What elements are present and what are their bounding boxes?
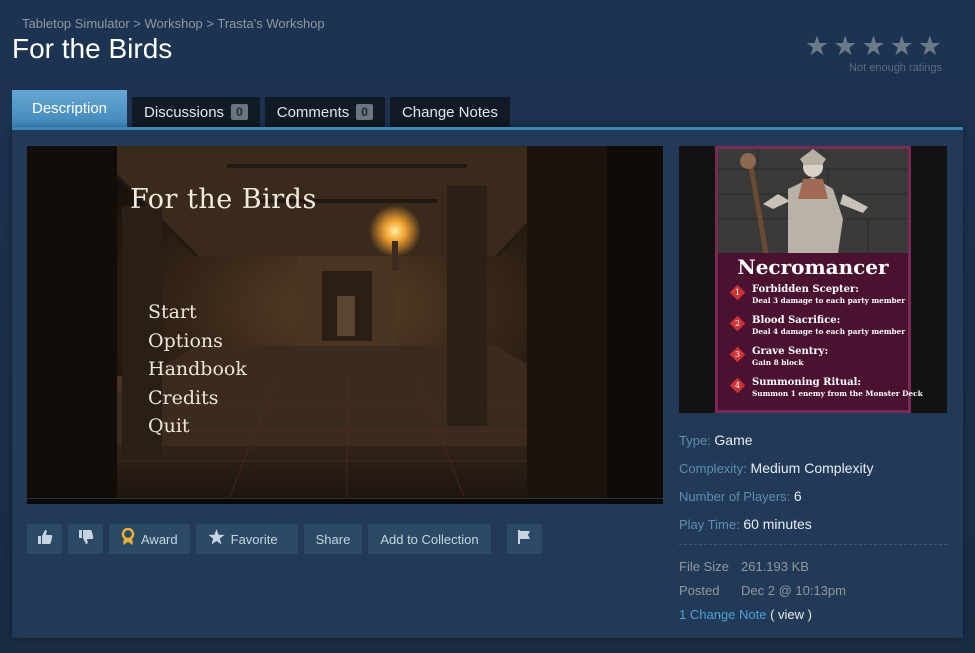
tab-label: Discussions [144, 103, 225, 121]
star-icon: ★ [833, 31, 858, 61]
detail-players: Number of Players: 6 [679, 486, 947, 514]
dungeon-scene-image [27, 146, 663, 504]
game-menu: Start Options Handbook Credits Quit [148, 298, 247, 441]
tab-label: Change Notes [401, 103, 498, 121]
ability-number-badge: 3 [729, 346, 746, 363]
stat-value: 261.193 KB [741, 559, 809, 574]
breadcrumb: Tabletop Simulator > Workshop > Trasta's… [22, 16, 325, 31]
detail-label: Play Time: [679, 517, 740, 532]
stat-label: File Size [679, 559, 729, 574]
star-icon: ★ [917, 31, 942, 61]
stat-value: Dec 2 @ 10:13pm [741, 583, 846, 598]
breadcrumb-tabletop-simulator[interactable]: Tabletop Simulator [22, 16, 130, 31]
favorite-label: Favorite [230, 531, 278, 547]
favorite-button[interactable]: Favorite [195, 524, 298, 554]
stat-posted: Posted Dec 2 @ 10:13pm [679, 583, 947, 607]
preview-card-image[interactable]: Necromancer 1 Forbidden Scepter: Deal 3 … [679, 146, 947, 413]
game-menu-options[interactable]: Options [148, 327, 247, 356]
tab-change-notes[interactable]: Change Notes [389, 97, 510, 127]
detail-label: Complexity: [679, 461, 747, 476]
ability-name: Blood Sacrifice: [752, 315, 841, 326]
star-icon: ★ [804, 31, 830, 61]
playtime-value-link[interactable]: 60 minutes [743, 516, 811, 532]
game-title-text: For the Birds [130, 184, 317, 215]
breadcrumb-workshop[interactable]: Workshop [145, 16, 203, 31]
tab-label: Description [32, 100, 108, 117]
change-note-link[interactable]: 1 Change Note [679, 607, 766, 631]
ability-desc: Summon 1 enemy from the Monster Deck [752, 389, 923, 398]
tab-description[interactable]: Description [12, 90, 128, 127]
description-panel: For the Birds Start Options Handbook Cre… [12, 127, 963, 638]
tab-discussions[interactable]: Discussions 0 [132, 97, 260, 127]
game-menu-start[interactable]: Start [148, 298, 247, 327]
breadcrumb-author-workshop[interactable]: Trasta's Workshop [217, 16, 324, 31]
card-ability: 3 Grave Sentry: Gain 8 block [729, 346, 907, 367]
ability-name: Forbidden Scepter: [752, 284, 859, 295]
report-flag-button[interactable] [506, 524, 542, 554]
view-change-notes-link[interactable]: ( view ) [770, 607, 812, 631]
ability-number-badge: 2 [729, 315, 746, 332]
share-button[interactable]: Share [303, 524, 363, 554]
ability-number-badge: 1 [729, 284, 746, 301]
card-ability: 4 Summoning Ritual: Summon 1 enemy from … [729, 377, 923, 398]
award-ribbon-icon [121, 527, 135, 550]
game-menu-credits[interactable]: Credits [148, 384, 247, 413]
thumbs-up-icon [37, 529, 53, 549]
star-rating: ★ ★ ★ ★ ★ [805, 32, 942, 60]
discussions-count-badge: 0 [231, 104, 248, 120]
detail-complexity: Complexity: Medium Complexity [679, 458, 947, 486]
tab-bar: Description Discussions 0 Comments 0 Cha… [12, 90, 510, 127]
comments-count-badge: 0 [356, 104, 373, 120]
card-ability: 2 Blood Sacrifice: Deal 4 damage to each… [729, 315, 907, 336]
tab-comments[interactable]: Comments 0 [264, 97, 385, 127]
add-to-collection-button[interactable]: Add to Collection [368, 524, 491, 554]
star-icon: ★ [889, 31, 914, 61]
card-name: Necromancer [737, 255, 889, 279]
game-menu-quit[interactable]: Quit [148, 412, 247, 441]
thumbs-up-button[interactable] [27, 524, 62, 554]
breadcrumb-separator: > [129, 16, 145, 31]
main-screenshot[interactable]: For the Birds Start Options Handbook Cre… [27, 146, 663, 504]
rating: ★ ★ ★ ★ ★ Not enough ratings [805, 32, 942, 74]
page-title: For the Birds [12, 33, 173, 64]
tab-label: Comments [276, 103, 350, 121]
ability-name: Grave Sentry: [752, 346, 829, 357]
detail-playtime: Play Time: 60 minutes [679, 514, 947, 542]
complexity-value-link[interactable]: Medium Complexity [751, 460, 874, 476]
stat-file-size: File Size 261.193 KB [679, 559, 947, 583]
ability-desc: Deal 4 damage to each party member [752, 327, 906, 336]
screenshot-strip [27, 498, 663, 504]
award-label: Award [141, 531, 178, 547]
detail-type: Type: Game [679, 430, 947, 458]
breadcrumb-separator: > [202, 16, 218, 31]
thumbs-down-button[interactable] [68, 524, 103, 554]
detail-label: Type: [679, 433, 711, 448]
players-value-link[interactable]: 6 [794, 488, 802, 504]
action-spacer [497, 524, 501, 554]
star-icon: ★ [861, 31, 886, 61]
ability-number-badge: 4 [729, 377, 746, 394]
stat-label: Posted [679, 583, 720, 598]
ability-name: Summoning Ritual: [752, 377, 862, 388]
card-ability: 1 Forbidden Scepter: Deal 3 damage to ea… [729, 284, 907, 305]
type-value-link[interactable]: Game [714, 432, 752, 448]
rating-note: Not enough ratings [849, 62, 942, 74]
divider [679, 544, 947, 545]
ability-desc: Gain 8 block [752, 358, 804, 367]
detail-label: Number of Players: [679, 489, 791, 504]
action-bar: Award Favorite Share Add to Collection [27, 524, 542, 554]
item-details: Type: Game Complexity: Medium Complexity… [679, 430, 947, 631]
award-button[interactable]: Award [109, 524, 190, 554]
thumbs-down-icon [78, 529, 94, 549]
ability-desc: Deal 3 damage to each party member [752, 296, 906, 305]
necromancer-figure-image [718, 149, 908, 253]
star-icon [208, 529, 225, 549]
change-note-row: 1 Change Note ( view ) [679, 607, 947, 631]
game-menu-handbook[interactable]: Handbook [148, 355, 247, 384]
flag-icon [516, 529, 532, 549]
necromancer-card: Necromancer 1 Forbidden Scepter: Deal 3 … [715, 146, 923, 413]
